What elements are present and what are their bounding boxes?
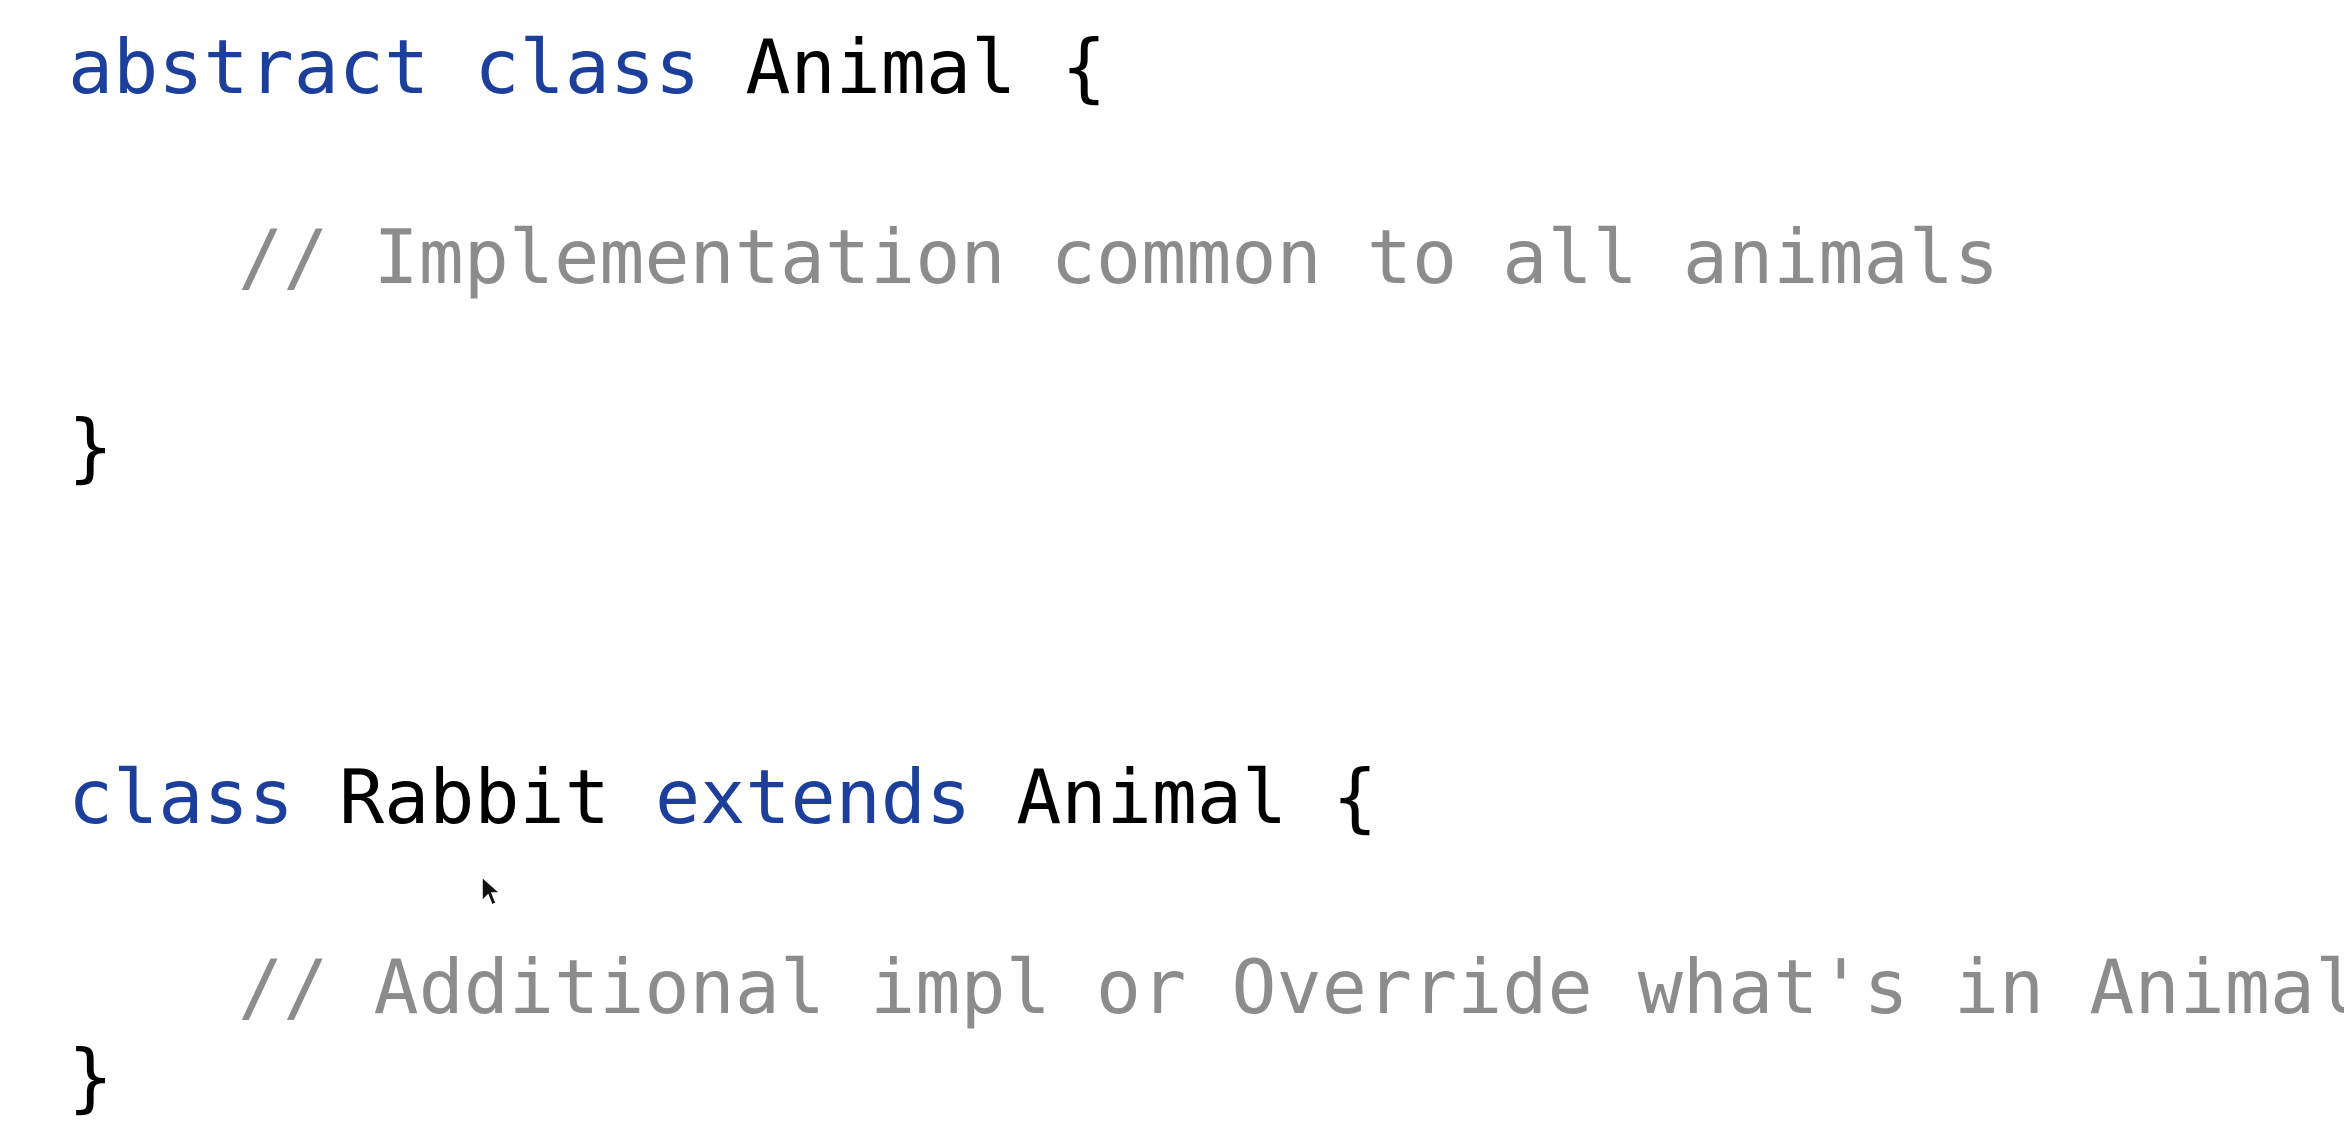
keyword-abstract: abstract — [68, 23, 430, 111]
keyword-class: class — [474, 23, 701, 111]
code-line-6: } — [68, 1040, 113, 1115]
code-line-4: class Rabbit extends Animal { — [68, 760, 1378, 835]
code-editor: abstract class Animal { // Implementatio… — [0, 0, 2344, 1142]
code-line-5: // Additional impl or Override what's in… — [238, 950, 2344, 1025]
open-brace: { — [1061, 23, 1107, 111]
code-line-2: // Implementation common to all animals — [238, 220, 1999, 295]
close-brace: } — [68, 1033, 114, 1121]
mouse-pointer-icon — [481, 875, 502, 907]
comment-text: // Implementation common to all animals — [238, 213, 1999, 301]
code-line-3: } — [68, 410, 113, 485]
keyword-class: class — [68, 753, 294, 841]
open-brace: { — [1332, 753, 1378, 841]
comment-text: // Additional impl or Override what's in… — [238, 943, 2344, 1031]
parent-class-name: Animal — [1016, 753, 1288, 841]
keyword-extends: extends — [655, 753, 972, 841]
code-line-1: abstract class Animal { — [68, 30, 1107, 105]
class-name-animal: Animal — [745, 23, 1017, 111]
class-name-rabbit: Rabbit — [338, 753, 610, 841]
close-brace: } — [68, 403, 114, 491]
